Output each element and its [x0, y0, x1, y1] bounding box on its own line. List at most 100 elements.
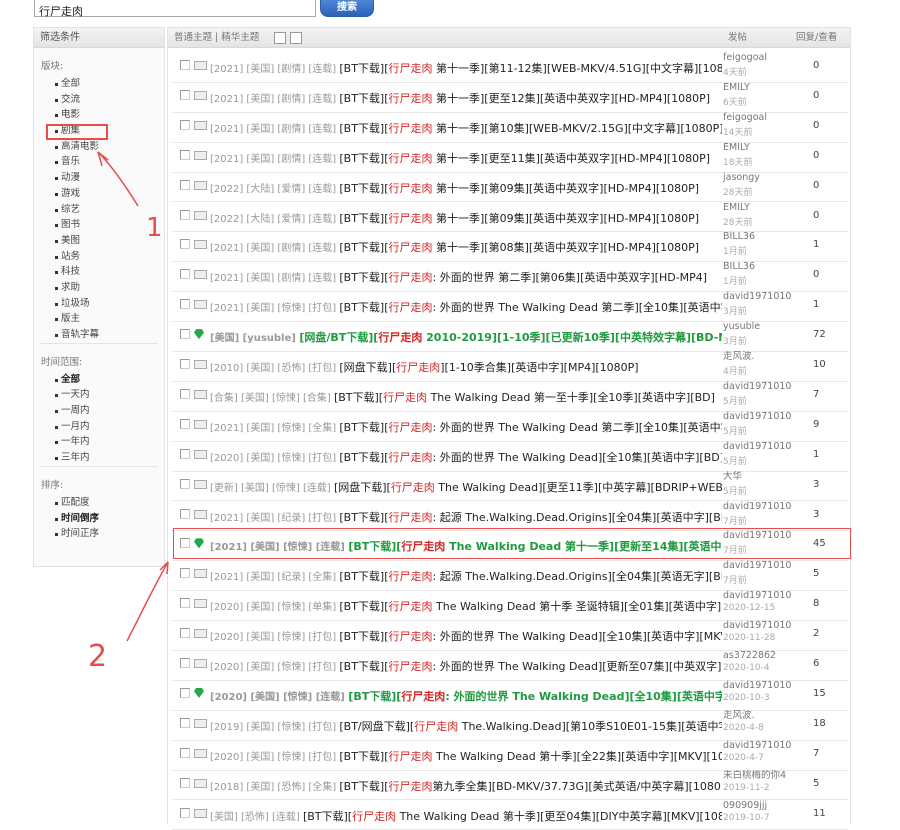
table-row[interactable]: [2021] [美国] [剧情] [连载] [BT下载][行尸走肉 第十一季][…: [172, 112, 848, 143]
table-row[interactable]: [合集] [美国] [惊悚] [合集] [BT下载][行尸走肉 The Walk…: [172, 381, 848, 412]
row-checkbox[interactable]: [180, 120, 190, 130]
poster-name[interactable]: 大华: [723, 471, 795, 483]
thread-title-link[interactable]: [2020] [美国] [惊悚] [打包] [BT下载][行尸走肉 The Wa…: [210, 748, 722, 764]
thread-title-link[interactable]: [2021] [美国] [剧情] [连载] [BT下载][行尸走肉 第十一季][…: [210, 60, 722, 76]
table-row[interactable]: [2020] [美国] [惊悚] [单集] [BT下载][行尸走肉 The Wa…: [172, 590, 848, 621]
poster-name[interactable]: yusuble: [723, 321, 795, 333]
poster-name[interactable]: BILL36: [723, 261, 795, 273]
filter-option[interactable]: 匹配度: [34, 495, 164, 511]
thread-title-link[interactable]: [2021] [美国] [剧情] [连载] [BT下载][行尸走肉: 外面的世界…: [210, 269, 722, 285]
thread-title-link[interactable]: [2020] [美国] [惊悚] [打包] [BT下载][行尸走肉: 外面的世界…: [210, 658, 722, 674]
poster-name[interactable]: 走风波.: [723, 710, 795, 722]
table-row[interactable]: [2020] [美国] [惊悚] [打包] [BT下载][行尸走肉: 外面的世界…: [172, 650, 848, 681]
thread-title-link[interactable]: [2020] [美国] [惊悚] [打包] [BT下载][行尸走肉: 外面的世界…: [210, 449, 722, 465]
thread-title-link[interactable]: [2021] [美国] [剧情] [连载] [BT下载][行尸走肉 第十一季][…: [210, 150, 722, 166]
thread-title-link[interactable]: [更新] [美国] [惊悚] [连载] [网盘下载][行尸走肉 The Walk…: [210, 479, 722, 495]
filter-option[interactable]: 游戏: [34, 186, 164, 202]
thread-title-link[interactable]: [2022] [大陆] [爱情] [连载] [BT下载][行尸走肉 第十一季][…: [210, 210, 722, 226]
thread-title-link[interactable]: [2021] [美国] [纪录] [打包] [BT下载][行尸走肉: 起源 Th…: [210, 509, 722, 525]
filter-option[interactable]: 高清电影: [34, 139, 164, 155]
row-checkbox[interactable]: [180, 688, 190, 698]
table-row[interactable]: [美国] [恐怖] [连载] [BT下载][行尸走肉 The Walking D…: [172, 800, 848, 830]
row-checkbox[interactable]: [180, 568, 190, 578]
row-checkbox[interactable]: [180, 180, 190, 190]
poster-name[interactable]: david1971010: [723, 590, 795, 602]
table-row[interactable]: [2021] [美国] [剧情] [连载] [BT下载][行尸走肉 第十一季][…: [172, 52, 848, 83]
filter-option[interactable]: 一月内: [34, 419, 164, 435]
thread-title-link[interactable]: [2022] [大陆] [爱情] [连载] [BT下载][行尸走肉 第十一季][…: [210, 180, 722, 196]
list-view-icon[interactable]: [274, 32, 286, 44]
thread-title-link[interactable]: [合集] [美国] [惊悚] [合集] [BT下载][行尸走肉 The Walk…: [210, 389, 722, 405]
search-box[interactable]: [34, 0, 316, 17]
filter-option[interactable]: 动漫: [34, 170, 164, 186]
poster-name[interactable]: feigogoal: [723, 52, 795, 64]
thread-title-link[interactable]: [2021] [美国] [剧情] [连载] [BT下载][行尸走肉 第十一季][…: [210, 239, 722, 255]
filter-option[interactable]: 一天内: [34, 387, 164, 403]
row-checkbox[interactable]: [180, 598, 190, 608]
poster-name[interactable]: 走风波.: [723, 351, 795, 363]
poster-name[interactable]: david1971010: [723, 381, 795, 393]
row-checkbox[interactable]: [180, 778, 190, 788]
filter-option[interactable]: 时间正序: [34, 526, 164, 542]
filter-option[interactable]: 图书: [34, 217, 164, 233]
thread-type-tabs[interactable]: 普通主题 | 精华主题: [174, 28, 259, 47]
thread-title-link[interactable]: [美国] [yusuble] [网盘/BT下载][行尸走肉 2010-2019]…: [210, 329, 722, 345]
row-checkbox[interactable]: [180, 389, 190, 399]
thread-title-link[interactable]: [2021] [美国] [剧情] [连载] [BT下载][行尸走肉 第十一季][…: [210, 120, 722, 136]
thread-title-link[interactable]: [2021] [美国] [剧情] [连载] [BT下载][行尸走肉 第十一季][…: [210, 90, 722, 106]
poster-name[interactable]: david1971010: [723, 441, 795, 453]
table-row[interactable]: [2010] [美国] [恐怖] [打包] [网盘下载][行尸走肉][1-10季…: [172, 351, 848, 382]
row-checkbox[interactable]: [180, 449, 190, 459]
row-checkbox[interactable]: [180, 628, 190, 638]
row-checkbox[interactable]: [180, 359, 190, 369]
filter-option[interactable]: 科技: [34, 264, 164, 280]
row-checkbox[interactable]: [180, 808, 190, 818]
table-row[interactable]: [2020] [美国] [惊悚] [打包] [BT下载][行尸走肉: 外面的世界…: [172, 441, 848, 472]
filter-option[interactable]: 全部: [34, 372, 164, 388]
table-row[interactable]: [2020] [美国] [惊悚] [打包] [BT下载][行尸走肉 The Wa…: [172, 740, 848, 771]
filter-option[interactable]: 三年内: [34, 450, 164, 466]
poster-name[interactable]: david1971010: [723, 740, 795, 752]
poster-name[interactable]: 未白桃梅的你4: [723, 770, 795, 782]
table-row[interactable]: [2021] [美国] [惊悚] [全集] [BT下载][行尸走肉: 外面的世界…: [172, 411, 848, 442]
table-row[interactable]: [2018] [美国] [恐怖] [全集] [BT下载][行尸走肉第九季全集][…: [172, 770, 848, 801]
thread-title-link[interactable]: [2010] [美国] [恐怖] [打包] [网盘下载][行尸走肉][1-10季…: [210, 359, 722, 375]
search-button[interactable]: 搜索: [320, 0, 374, 17]
filter-option[interactable]: 时间倒序: [34, 511, 164, 527]
poster-name[interactable]: EMILY: [723, 82, 795, 94]
table-row[interactable]: [2022] [大陆] [爱情] [连载] [BT下载][行尸走肉 第十一季][…: [172, 172, 848, 203]
row-checkbox[interactable]: [180, 60, 190, 70]
thread-title-link[interactable]: [2020] [美国] [惊悚] [连载] [BT下载][行尸走肉: 外面的世界…: [210, 688, 722, 704]
table-row[interactable]: [2019] [美国] [惊悚] [打包] [BT/网盘下载][行尸走肉 The…: [172, 710, 848, 741]
poster-name[interactable]: jasongy: [723, 172, 795, 184]
row-checkbox[interactable]: [180, 718, 190, 728]
filter-option[interactable]: 电影: [34, 107, 164, 123]
poster-name[interactable]: david1971010: [723, 680, 795, 692]
poster-name[interactable]: EMILY: [723, 142, 795, 154]
table-row[interactable]: [2021] [美国] [剧情] [连载] [BT下载][行尸走肉 第十一季][…: [172, 142, 848, 173]
table-row[interactable]: [2020] [美国] [惊悚] [打包] [BT下载][行尸走肉: 外面的世界…: [172, 620, 848, 651]
thread-title-link[interactable]: [2021] [美国] [惊悚] [打包] [BT下载][行尸走肉: 外面的世界…: [210, 299, 722, 315]
thread-title-link[interactable]: [2020] [美国] [惊悚] [单集] [BT下载][行尸走肉 The Wa…: [210, 598, 722, 614]
table-row[interactable]: [2021] [美国] [剧情] [连载] [BT下载][行尸走肉 第十一季][…: [172, 231, 848, 262]
table-row[interactable]: [2021] [美国] [剧情] [连载] [BT下载][行尸走肉 第十一季][…: [172, 82, 848, 113]
row-checkbox[interactable]: [180, 419, 190, 429]
thread-title-link[interactable]: [2021] [美国] [惊悚] [全集] [BT下载][行尸走肉: 外面的世界…: [210, 419, 722, 435]
filter-option[interactable]: 站务: [34, 249, 164, 265]
thread-title-link[interactable]: [2018] [美国] [恐怖] [全集] [BT下载][行尸走肉第九季全集][…: [210, 778, 722, 794]
table-row[interactable]: [2021] [美国] [纪录] [全集] [BT下载][行尸走肉: 起源 Th…: [172, 560, 848, 591]
poster-name[interactable]: EMILY: [723, 202, 795, 214]
filter-option[interactable]: 交流: [34, 92, 164, 108]
poster-name[interactable]: david1971010: [723, 411, 795, 423]
row-checkbox[interactable]: [180, 150, 190, 160]
thread-title-link[interactable]: [2019] [美国] [惊悚] [打包] [BT/网盘下载][行尸走肉 The…: [210, 718, 722, 734]
poster-name[interactable]: 090909jjj: [723, 800, 795, 812]
search-input[interactable]: [35, 4, 313, 19]
table-row[interactable]: [2021] [美国] [惊悚] [打包] [BT下载][行尸走肉: 外面的世界…: [172, 291, 848, 322]
table-row[interactable]: [2022] [大陆] [爱情] [连载] [BT下载][行尸走肉 第十一季][…: [172, 202, 848, 233]
table-row[interactable]: [2020] [美国] [惊悚] [连载] [BT下载][行尸走肉: 外面的世界…: [172, 680, 848, 711]
poster-name[interactable]: BILL36: [723, 231, 795, 243]
poster-name[interactable]: david1971010: [723, 501, 795, 513]
thread-title-link[interactable]: [美国] [恐怖] [连载] [BT下载][行尸走肉 The Walking D…: [210, 808, 722, 824]
row-checkbox[interactable]: [180, 90, 190, 100]
